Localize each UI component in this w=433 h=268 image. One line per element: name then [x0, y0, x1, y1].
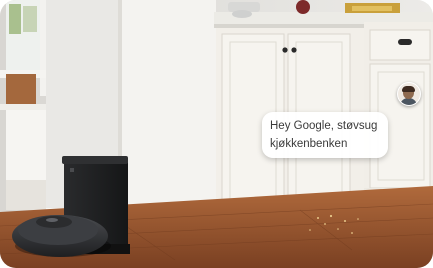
drawer-cabinet	[364, 22, 433, 200]
voice-command-line-2: kjøkkenbenken	[270, 138, 348, 150]
photo-frame: Hey Google, støvsug kjøkkenbenken	[0, 0, 433, 268]
user-avatar-icon	[397, 82, 421, 106]
voice-command-line-1: Hey Google, støvsug	[270, 120, 378, 132]
voice-command-bubble: Hey Google, støvsug kjøkkenbenken	[262, 112, 388, 158]
